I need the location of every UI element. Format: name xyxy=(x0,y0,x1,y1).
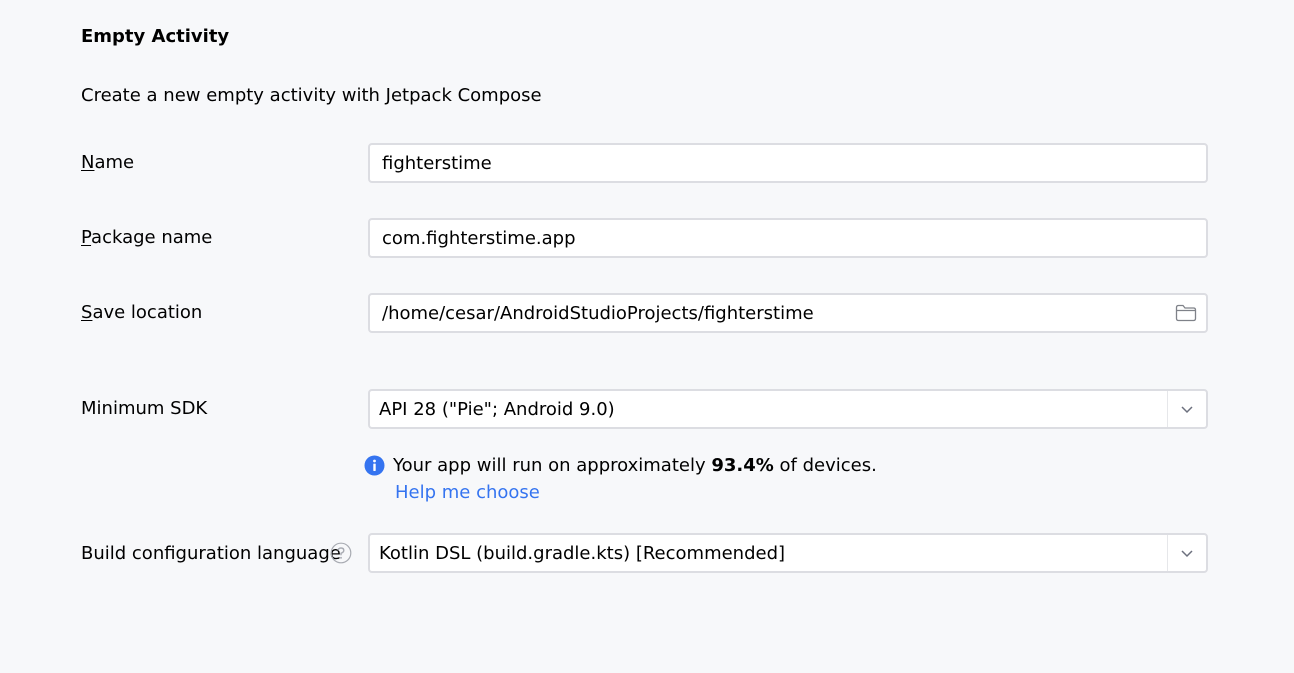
package-name-field[interactable]: com.fighterstime.app xyxy=(368,218,1208,258)
new-project-form: Empty Activity Create a new empty activi… xyxy=(0,0,1294,673)
save-location-field-value[interactable]: /home/cesar/AndroidStudioProjects/fighte… xyxy=(370,303,1166,324)
name-label: Name xyxy=(81,152,134,173)
page-description: Create a new empty activity with Jetpack… xyxy=(81,85,542,106)
sdk-info-text-after: of devices. xyxy=(773,455,877,476)
name-field-value[interactable]: fighterstime xyxy=(370,153,1206,174)
browse-folder-button[interactable] xyxy=(1166,295,1206,331)
build-config-label: Build configuration language xyxy=(81,543,341,564)
minimum-sdk-label: Minimum SDK xyxy=(81,398,208,419)
folder-icon[interactable] xyxy=(1175,304,1197,322)
question-icon[interactable] xyxy=(330,542,352,564)
package-name-label-mnemonic: P xyxy=(81,227,92,248)
minimum-sdk-value[interactable]: API 28 ("Pie"; Android 9.0) xyxy=(370,399,1167,420)
minimum-sdk-dropdown[interactable]: API 28 ("Pie"; Android 9.0) xyxy=(368,389,1208,429)
package-name-label: Package name xyxy=(81,227,212,248)
build-config-dropdown[interactable]: Kotlin DSL (build.gradle.kts) [Recommend… xyxy=(368,533,1208,573)
page-title: Empty Activity xyxy=(81,26,230,47)
save-location-label-mnemonic: S xyxy=(81,302,93,323)
build-config-dropdown-arrow[interactable] xyxy=(1168,535,1206,571)
package-name-field-value[interactable]: com.fighterstime.app xyxy=(370,228,1206,249)
help-me-choose-link[interactable]: Help me choose xyxy=(395,482,540,503)
name-label-mnemonic: N xyxy=(81,152,95,173)
sdk-coverage-percentage: 93.4% xyxy=(711,455,774,476)
build-config-value[interactable]: Kotlin DSL (build.gradle.kts) [Recommend… xyxy=(370,543,1167,564)
package-name-label-text: ackage name xyxy=(91,227,213,248)
name-label-text: ame xyxy=(94,152,135,173)
sdk-info-text-before: Your app will run on approximately xyxy=(393,455,712,476)
save-location-label-text: ave location xyxy=(92,302,203,323)
chevron-down-icon[interactable] xyxy=(1180,548,1194,558)
save-location-field[interactable]: /home/cesar/AndroidStudioProjects/fighte… xyxy=(368,293,1208,333)
chevron-down-icon[interactable] xyxy=(1180,404,1194,414)
minimum-sdk-dropdown-arrow[interactable] xyxy=(1168,391,1206,427)
name-field[interactable]: fighterstime xyxy=(368,143,1208,183)
sdk-coverage-info: Your app will run on approximately 93.4%… xyxy=(364,455,877,476)
save-location-label: Save location xyxy=(81,302,202,323)
info-icon xyxy=(364,455,385,476)
